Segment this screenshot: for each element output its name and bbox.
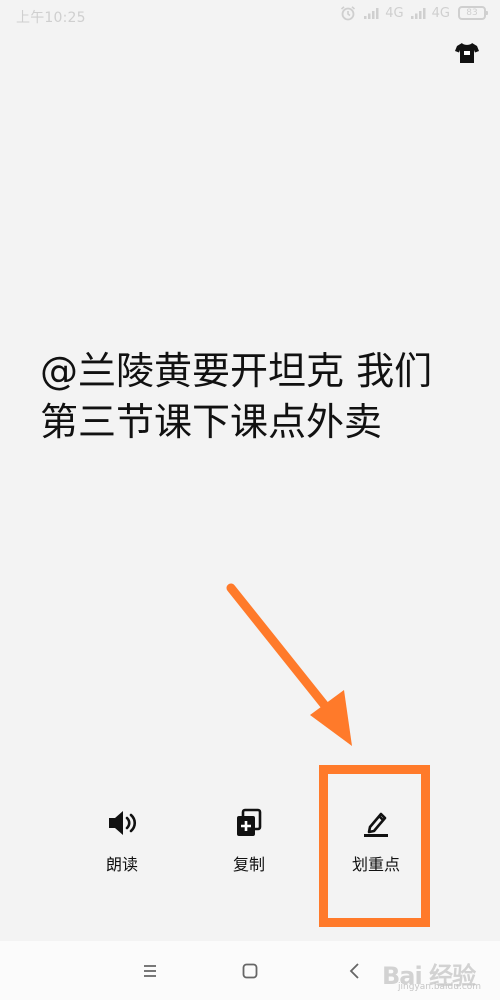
status-indicators: 4G 4G 83 xyxy=(339,5,488,21)
highlight-pen-icon xyxy=(358,805,394,841)
speaker-icon xyxy=(104,805,140,841)
battery-icon: 83 xyxy=(458,6,488,20)
home-button[interactable] xyxy=(236,959,264,983)
back-button[interactable] xyxy=(342,959,370,983)
watermark-sub: jingyan.baidu.com xyxy=(398,982,482,992)
status-time: 上午10:25 xyxy=(16,10,86,26)
network-type-label: 4G xyxy=(385,5,404,21)
menu-button[interactable] xyxy=(136,959,164,983)
copy-icon xyxy=(231,805,267,841)
action-bar: 朗读 复制 划重点 xyxy=(0,805,500,895)
status-bar: 上午10:25 4G 4G 83 xyxy=(0,0,500,34)
baidu-jingyan-watermark: Bai 经验 jingyan.baidu.com xyxy=(378,954,490,992)
tshirt-icon[interactable] xyxy=(454,41,480,65)
signal-icon xyxy=(410,6,428,20)
read-aloud-label: 朗读 xyxy=(105,855,138,874)
menu-icon xyxy=(136,965,164,987)
alarm-icon xyxy=(339,5,357,21)
signal-icon xyxy=(363,6,381,20)
highlight-label: 划重点 xyxy=(351,855,400,874)
highlight-button[interactable]: 划重点 xyxy=(331,805,421,885)
network-type-label: 4G xyxy=(431,5,450,21)
copy-label: 复制 xyxy=(232,855,265,874)
copy-button[interactable]: 复制 xyxy=(204,805,294,885)
read-aloud-button[interactable]: 朗读 xyxy=(77,805,167,885)
navigation-bar: Bai 经验 jingyan.baidu.com xyxy=(0,941,500,1000)
quote-line-2: 第三节课下课点外卖 xyxy=(40,400,383,444)
quote-line-1: @兰陵黄要开坦克 我们 xyxy=(40,349,433,393)
home-icon xyxy=(236,963,264,987)
back-icon xyxy=(342,963,370,987)
quote-text: @兰陵黄要开坦克 我们 第三节课下课点外卖 xyxy=(40,346,470,448)
